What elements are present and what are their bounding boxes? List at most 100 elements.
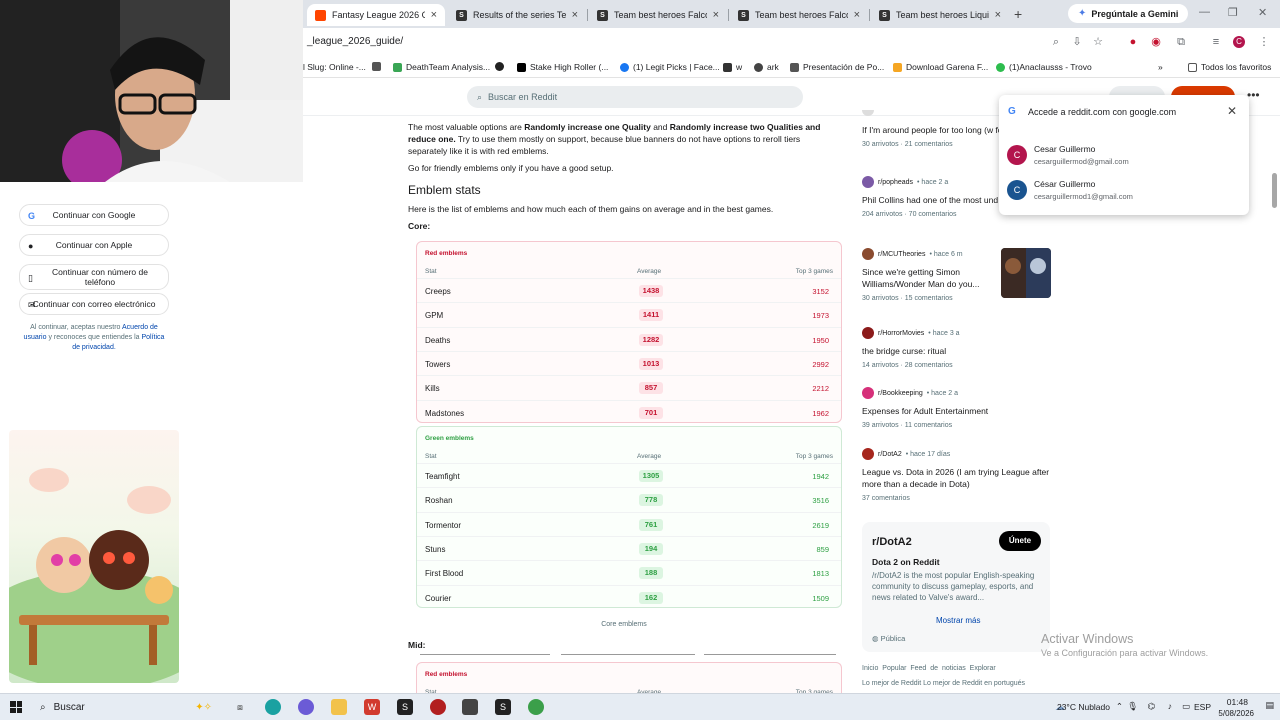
bookmark-item[interactable]	[372, 62, 381, 71]
all-bookmarks[interactable]: Todos los favoritos	[1188, 62, 1271, 72]
bookmark-item[interactable]: Download Garena F...	[893, 62, 988, 72]
post-title[interactable]: Phil Collins had one of the most und app…	[862, 194, 1000, 206]
subreddit-name[interactable]: r/DotA2	[878, 451, 902, 458]
bookmark-item[interactable]: ark	[754, 62, 779, 72]
tab-title: Team best heroes Liquid	[896, 10, 989, 20]
subreddit-name[interactable]: r/Bookkeeping	[878, 390, 923, 397]
post-title[interactable]: If I'm around people for too long (w for…	[862, 124, 1000, 136]
google-signin-popup: G Accede a reddit.com con google.com ✕ C…	[999, 95, 1249, 215]
window-close-icon[interactable]: ✕	[1258, 6, 1267, 19]
post-time: • hace 3 a	[928, 329, 960, 337]
extensions-puzzle-icon[interactable]: ⧉	[1175, 36, 1187, 48]
file-explorer-icon[interactable]	[331, 699, 347, 715]
continue-email-button[interactable]: ✉ Continuar con correo electrónico	[19, 293, 169, 315]
post-title[interactable]: the bridge curse: ritual	[862, 345, 1052, 357]
close-icon[interactable]: ×	[713, 9, 719, 21]
edge-icon[interactable]	[265, 699, 281, 715]
taskbar-search[interactable]: ⌕ Buscar ✦✧	[36, 697, 212, 717]
language-indicator[interactable]: ESP	[1194, 702, 1211, 712]
bookmark-item[interactable]: l Slug: Online -...	[303, 62, 366, 72]
app-icon[interactable]	[462, 699, 478, 715]
chrome-icon[interactable]	[528, 699, 544, 715]
public-label: ◍ Pública	[872, 634, 905, 643]
subreddit-name[interactable]: r/MCUTheories	[878, 251, 925, 258]
stat-name: Stuns	[425, 544, 446, 554]
battery-icon[interactable]: ▭	[1182, 701, 1190, 712]
network-icon[interactable]: ⌬	[1148, 701, 1155, 712]
close-icon[interactable]: ×	[995, 9, 1001, 21]
bookmark-item[interactable]: DeathTeam Analysis...	[393, 62, 490, 72]
feed-post[interactable]: r/HorrorMovies • hace 3 a the bridge curse…	[862, 327, 1052, 369]
restore-icon[interactable]: ❐	[1228, 6, 1238, 19]
zoom-icon[interactable]: ⌕	[1050, 36, 1062, 48]
subreddit-name[interactable]: r/popheads	[878, 179, 913, 186]
bookmark-item[interactable]: w	[723, 62, 742, 72]
url-text[interactable]: _league_2026_guide/	[307, 36, 403, 47]
webcam-overlay	[0, 0, 303, 182]
close-icon[interactable]: ×	[431, 9, 437, 21]
bookmark-item[interactable]: (1)Anaclausss - Trovo	[996, 62, 1092, 72]
speaker-icon[interactable]: ♪	[1168, 701, 1172, 711]
close-icon[interactable]: ×	[572, 9, 578, 21]
bookmark-item[interactable]: Stake High Roller (...	[517, 62, 608, 72]
subreddit-name[interactable]: r/HorrorMovies	[878, 330, 924, 337]
gemini-label: Pregúntale a Gemini	[1091, 8, 1179, 19]
bookmark-item[interactable]: (1) Legit Picks | Face...	[620, 62, 720, 72]
tab-team-heroes-falcons-2[interactable]: S Team best heroes Falcons ×	[730, 4, 868, 26]
gemini-button[interactable]: ✦ Pregúntale a Gemini	[1068, 4, 1189, 23]
continue-phone-button[interactable]: ▯ Continuar con número de teléfono	[19, 264, 169, 290]
notification-icon[interactable]: ▤	[1265, 700, 1274, 711]
footer-links[interactable]: Inicio Popular Feed de noticias Explorar	[862, 665, 996, 672]
community-name[interactable]: r/DotA2	[872, 536, 912, 548]
game-ad-image[interactable]	[9, 430, 179, 683]
menu-kebab-icon[interactable]: ⋮	[1258, 36, 1270, 48]
bookmark-star-icon[interactable]: ☆	[1092, 36, 1104, 48]
clock-time[interactable]: 01:48	[1218, 697, 1248, 707]
task-view-icon[interactable]: ⧈	[232, 699, 248, 715]
bookmark-item[interactable]	[495, 62, 504, 71]
app-icon[interactable]: W	[364, 699, 380, 715]
app-icon[interactable]: S	[495, 699, 511, 715]
post-thumbnail[interactable]	[1001, 248, 1051, 298]
post-title[interactable]: Since we're getting Simon Williams/Wonde…	[862, 266, 990, 290]
tab-fantasy-league[interactable]: Fantasy League 2026 Guide ×	[307, 4, 445, 26]
chevron-up-icon[interactable]: ⌃	[1116, 701, 1123, 712]
post-title[interactable]: Expenses for Adult Entertainment	[862, 405, 1052, 417]
clock-date[interactable]: 5/08/2026	[1210, 709, 1254, 718]
stat-name: First Blood	[425, 569, 464, 579]
continue-google-button[interactable]: G Continuar con Google	[19, 204, 169, 226]
scrollbar-thumb[interactable]	[1272, 173, 1277, 208]
feed-post[interactable]: r/Bookkeeping • hace 2 a Expenses for Adul…	[862, 387, 1052, 429]
bookmarks-overflow-icon[interactable]: »	[1158, 62, 1163, 72]
show-more-link[interactable]: Mostrar más	[936, 616, 980, 625]
app-icon[interactable]	[430, 699, 446, 715]
extension-icon[interactable]: ◉	[1150, 36, 1162, 48]
feed-post[interactable]: r/DotA2 • hace 17 días League vs. Dota in …	[862, 448, 1052, 502]
tab-results-series[interactable]: S Results of the series Team ×	[448, 4, 586, 26]
reddit-search-input[interactable]: ⌕ Buscar en Reddit	[467, 86, 803, 108]
tab-search-icon[interactable]: ≡	[1210, 36, 1222, 48]
account-option[interactable]: C César Guillermo cesarguillermod1@gmail…	[1007, 176, 1241, 208]
post-title[interactable]: League vs. Dota in 2026 (I am trying Lea…	[862, 466, 1052, 490]
bookmark-item[interactable]: Presentación de Po...	[790, 62, 884, 72]
bookmark-icon	[372, 62, 381, 71]
minimize-icon[interactable]: —	[1199, 6, 1210, 18]
stat-name: Roshan	[425, 496, 453, 506]
close-icon[interactable]: ×	[854, 9, 860, 21]
new-tab-icon[interactable]: +	[1014, 6, 1022, 22]
extension-icon[interactable]: ●	[1127, 36, 1139, 48]
join-button[interactable]: Únete	[999, 531, 1041, 551]
account-option[interactable]: C Cesar Guillermo cesarguillermod@gmail.…	[1007, 141, 1241, 173]
install-icon[interactable]: ⇩	[1071, 36, 1083, 48]
continue-apple-button[interactable]: ● Continuar con Apple	[19, 234, 169, 256]
tab-team-heroes-liquid[interactable]: S Team best heroes Liquid ×	[871, 4, 1009, 26]
app-icon[interactable]	[298, 699, 314, 715]
footer-links-2[interactable]: Lo mejor de Reddit Lo mejor de Reddit en…	[862, 680, 1025, 687]
profile-avatar[interactable]: C	[1233, 36, 1245, 48]
mic-icon[interactable]: 🎙	[1127, 701, 1138, 712]
close-icon[interactable]: ✕	[1227, 104, 1237, 118]
weather-text[interactable]: 23°C Nublado	[1057, 702, 1110, 712]
windows-start-icon[interactable]	[10, 701, 22, 713]
tab-team-heroes-falcons-1[interactable]: S Team best heroes Falcons ×	[589, 4, 727, 26]
app-icon[interactable]: S	[397, 699, 413, 715]
